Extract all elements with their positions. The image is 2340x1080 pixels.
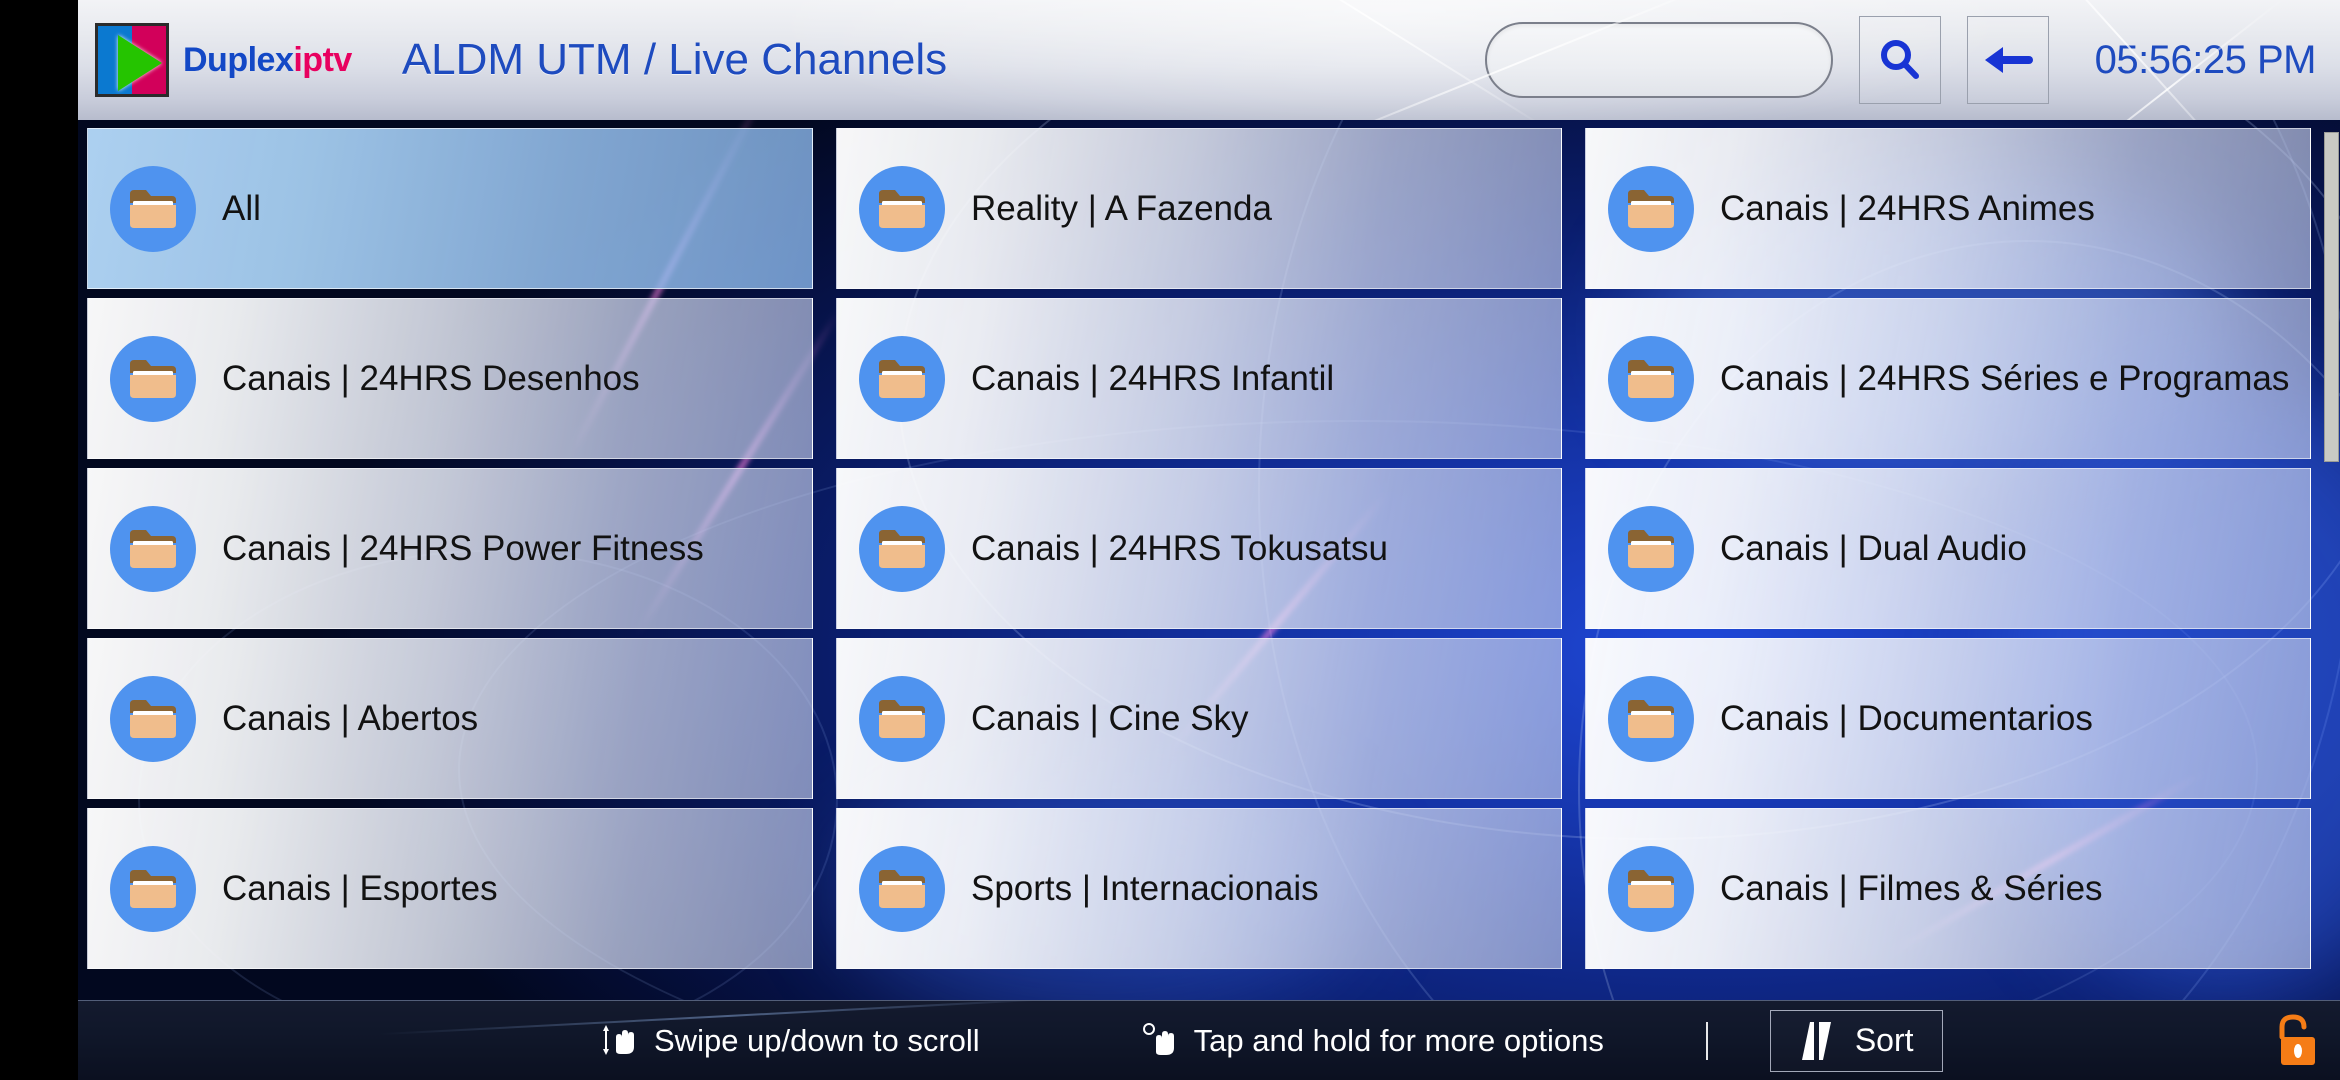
swipe-hand-icon (600, 1021, 640, 1061)
category-card-label: Sports | Internacionais (971, 868, 1319, 908)
app-logo-wordmark: Duplexiptv (183, 41, 352, 80)
scrollbar-track[interactable] (2324, 120, 2340, 1000)
folder-icon (110, 335, 196, 422)
back-arrow-icon (1984, 47, 2033, 73)
folder-icon (859, 675, 945, 762)
folder-icon (1608, 505, 1694, 592)
folder-icon (859, 165, 945, 252)
folder-icon (1608, 165, 1694, 252)
search-input[interactable] (1484, 22, 1833, 98)
category-card-label: Canais | Cine Sky (971, 698, 1249, 738)
category-card[interactable]: Canais | 24HRS Séries e Programas (1585, 298, 2311, 459)
category-card[interactable]: Canais | Dual Audio (1585, 468, 2311, 629)
category-card[interactable]: Reality | A Fazenda (836, 128, 1562, 289)
folder-icon (859, 845, 945, 932)
category-card-label: Canais | Documentarios (1720, 698, 2093, 738)
category-card-label: Canais | 24HRS Infantil (971, 358, 1335, 398)
folder-icon (110, 845, 196, 932)
play-triangle-icon (118, 35, 162, 91)
category-card[interactable]: Canais | 24HRS Power Fitness (87, 468, 813, 629)
hint-swipe-label: Swipe up/down to scroll (654, 1022, 980, 1058)
category-grid: All Reality | A Fazenda Canais | 24HRS Ani… (87, 120, 2319, 969)
scrollbar-thumb[interactable] (2324, 132, 2339, 462)
search-button[interactable] (1858, 16, 1941, 104)
app-viewport: Duplexiptv ALDM UTM / Live Channels 05:5… (78, 0, 2340, 1080)
bottom-hint-bar: Swipe up/down to scroll Tap and hold for… (78, 1000, 2340, 1080)
logo-word-iptv: iptv (293, 40, 352, 79)
folder-icon (110, 675, 196, 762)
unlocked-padlock-icon (2279, 1013, 2315, 1065)
lock-toggle-button[interactable] (2268, 1011, 2320, 1071)
category-card-label: Canais | 24HRS Power Fitness (222, 528, 704, 568)
clock: 05:56:25 PM (2094, 37, 2317, 82)
page-title: ALDM UTM / Live Channels (401, 35, 948, 84)
folder-icon (1608, 335, 1694, 422)
hint-hold-label: Tap and hold for more options (1193, 1022, 1604, 1058)
category-card-label: Canais | 24HRS Tokusatsu (971, 528, 1388, 568)
sort-arrows-icon (1799, 1020, 1837, 1062)
category-card-label: Canais | 24HRS Animes (1720, 188, 2095, 228)
category-card-label: Canais | 24HRS Desenhos (222, 358, 640, 398)
folder-icon (1608, 675, 1694, 762)
category-card[interactable]: Canais | 24HRS Desenhos (87, 298, 813, 459)
category-card-label: All (222, 188, 261, 228)
bottom-bar-divider (1705, 1021, 1708, 1060)
tap-hold-hand-icon (1140, 1021, 1180, 1061)
category-card-label: Canais | Filmes & Séries (1720, 868, 2103, 908)
category-card-label: Reality | A Fazenda (971, 188, 1272, 228)
app-header: Duplexiptv ALDM UTM / Live Channels 05:5… (78, 0, 2340, 120)
category-card[interactable]: Canais | Filmes & Séries (1585, 808, 2311, 969)
folder-icon (1608, 845, 1694, 932)
category-card-label: Canais | Dual Audio (1720, 528, 2027, 568)
folder-icon (859, 335, 945, 422)
category-card[interactable]: Canais | 24HRS Infantil (836, 298, 1562, 459)
back-button[interactable] (1966, 16, 2049, 104)
category-card[interactable]: All (87, 128, 813, 289)
screen-root: Duplexiptv ALDM UTM / Live Channels 05:5… (0, 0, 2340, 1080)
sort-button[interactable]: Sort (1769, 1009, 1943, 1072)
category-card[interactable]: Canais | Abertos (87, 638, 813, 799)
category-card-label: Canais | Esportes (222, 868, 498, 908)
category-card[interactable]: Canais | 24HRS Tokusatsu (836, 468, 1562, 629)
category-card-label: Canais | Abertos (222, 698, 479, 738)
category-card[interactable]: Canais | Cine Sky (836, 638, 1562, 799)
folder-icon (110, 505, 196, 592)
folder-icon (110, 165, 196, 252)
content-area: All Reality | A Fazenda Canais | 24HRS Ani… (78, 120, 2340, 1000)
category-card[interactable]: Canais | Esportes (87, 808, 813, 969)
category-card[interactable]: Canais | 24HRS Animes (1585, 128, 2311, 289)
hint-swipe-to-scroll: Swipe up/down to scroll (600, 1021, 980, 1061)
search-icon (1880, 40, 1919, 79)
hint-tap-and-hold: Tap and hold for more options (1140, 1021, 1604, 1061)
category-card[interactable]: Sports | Internacionais (836, 808, 1562, 969)
letterbox-left (0, 0, 78, 1080)
duplex-play-logo-icon (95, 23, 169, 97)
folder-icon (859, 505, 945, 592)
header-controls: 05:56:25 PM (1484, 0, 2340, 120)
sort-button-label: Sort (1854, 1022, 1914, 1058)
category-card-label: Canais | 24HRS Séries e Programas (1720, 358, 2290, 398)
category-card[interactable]: Canais | Documentarios (1585, 638, 2311, 799)
logo-word-duplex: Duplex (183, 40, 294, 79)
